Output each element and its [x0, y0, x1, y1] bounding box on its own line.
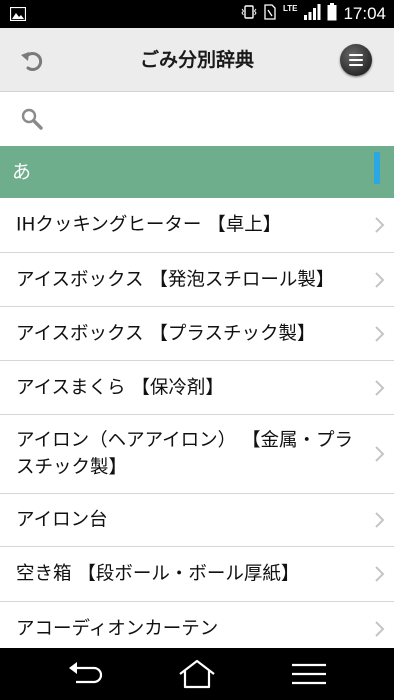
chevron-right-icon: [375, 271, 385, 288]
menu-icon-bar: [349, 59, 363, 61]
list-item[interactable]: 空き箱 【段ボール・ボール厚紙】: [0, 547, 394, 602]
search-input[interactable]: [56, 102, 376, 136]
sim-card-icon: [263, 4, 277, 24]
chevron-right-icon: [375, 566, 385, 582]
list-item[interactable]: アイロン（ヘアアイロン） 【金属・プラスチック製】: [0, 415, 394, 494]
list-item[interactable]: IHクッキングヒーター 【卓上】: [0, 198, 394, 253]
list-item[interactable]: アイスボックス 【発泡スチロール製】: [0, 253, 394, 307]
list-item[interactable]: アコーディオンカーテン: [0, 602, 394, 648]
search-bar: [0, 92, 394, 146]
nav-menu-button[interactable]: [284, 656, 334, 692]
signal-icon: [303, 4, 321, 24]
list-item[interactable]: アイスボックス 【プラスチック製】: [0, 307, 394, 361]
section-label: あ: [12, 161, 32, 183]
menu-lines-icon: [292, 663, 326, 685]
network-type: LTE: [282, 4, 298, 13]
list-item-label: 空き箱 【段ボール・ボール厚紙】: [16, 563, 300, 585]
section-header: あ: [0, 146, 394, 198]
dictionary-list: IHクッキングヒーター 【卓上】 アイスボックス 【発泡スチロール製】 アイスボ…: [0, 198, 394, 648]
app-header: ごみ分別辞典: [0, 28, 394, 92]
back-arrow-icon: [69, 662, 103, 684]
menu-icon-bar: [349, 64, 363, 66]
home-icon: [179, 659, 215, 689]
nav-home-button[interactable]: [172, 656, 222, 692]
clock: 17:04: [343, 4, 386, 23]
chevron-right-icon: [375, 446, 385, 462]
list-item-label: アイスボックス 【プラスチック製】: [16, 323, 316, 344]
page-title: ごみ分別辞典: [139, 49, 254, 71]
chevron-right-icon: [375, 620, 385, 637]
list-item[interactable]: アイスまくら 【保冷剤】: [0, 361, 394, 415]
chevron-right-icon: [375, 379, 385, 396]
list-item-label: アコーディオンカーテン: [16, 618, 219, 639]
status-bar: LTE 17:04: [0, 0, 394, 28]
search-icon: [21, 108, 43, 130]
chevron-right-icon: [375, 217, 385, 233]
nav-back-button[interactable]: [60, 656, 110, 692]
index-scrollbar[interactable]: [374, 152, 380, 184]
system-nav-bar: [0, 648, 394, 700]
chevron-right-icon: [375, 325, 385, 342]
list-item[interactable]: アイロン台: [0, 494, 394, 547]
menu-button[interactable]: [340, 44, 372, 76]
gallery-notification-icon: [9, 6, 27, 25]
list-item-label: アイロン台: [16, 509, 108, 531]
list-item-label: IHクッキングヒーター 【卓上】: [16, 214, 282, 236]
vibrate-icon: [241, 4, 257, 24]
list-item-label: アイロン（ヘアアイロン） 【金属・プラスチック製】: [16, 430, 354, 478]
menu-icon-bar: [349, 54, 363, 56]
list-item-label: アイスまくら 【保冷剤】: [16, 377, 224, 398]
list-item-label: アイスボックス 【発泡スチロール製】: [16, 269, 335, 290]
chevron-right-icon: [375, 512, 385, 528]
battery-icon: [327, 3, 337, 25]
